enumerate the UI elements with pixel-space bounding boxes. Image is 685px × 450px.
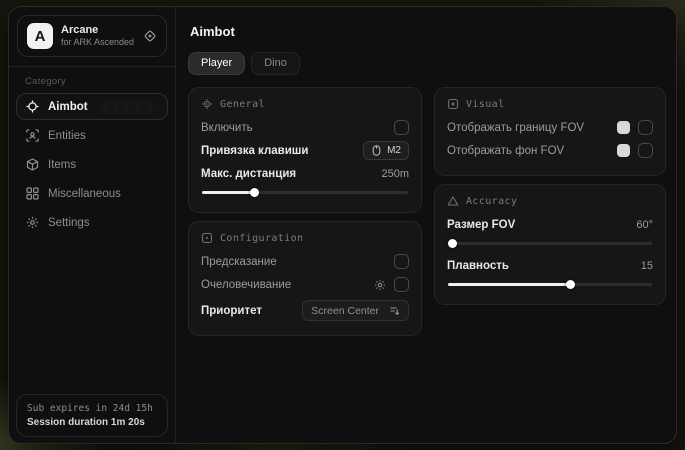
sidebar-item-miscellaneous[interactable]: Miscellaneous [16, 180, 168, 207]
main-content: Aimbot Player Dino General [176, 7, 677, 443]
panel-configuration: Configuration Предсказание Очеловечивани… [188, 221, 422, 336]
smoothness-value: 15 [641, 260, 653, 272]
triangle-icon [447, 195, 459, 207]
enable-checkbox[interactable] [394, 120, 409, 135]
fov-size-slider[interactable] [448, 239, 652, 248]
enable-label: Включить [201, 122, 253, 134]
sidebar-item-label: Settings [48, 217, 90, 229]
prediction-checkbox[interactable] [394, 254, 409, 269]
page-title: Aimbot [190, 24, 666, 39]
panel-accuracy: Accuracy Размер FOV 60° Плавность 15 [434, 184, 666, 305]
humanize-label: Очеловечивание [201, 279, 291, 291]
humanize-settings-gear-icon[interactable] [374, 279, 386, 291]
brand-subtitle: for ARK Ascended [61, 37, 135, 48]
app-window: A Arcane for ARK Ascended Category [8, 6, 677, 444]
sidebar-item-entities[interactable]: Entities [16, 122, 168, 149]
priority-label: Приоритет [201, 305, 262, 317]
sidebar-divider [9, 66, 175, 67]
list-select-icon [389, 305, 400, 316]
sidebar-item-label: Aimbot [48, 101, 88, 113]
target-frame-icon [201, 98, 213, 110]
fov-background-label: Отображать фон FOV [447, 145, 564, 157]
scan-person-icon [26, 129, 39, 142]
sidebar-item-label: Entities [48, 130, 86, 142]
focus-box-icon [201, 232, 213, 244]
active-item-decor [103, 99, 159, 116]
fov-background-checkbox[interactable] [638, 143, 653, 158]
brand-text: Arcane for ARK Ascended [61, 24, 135, 48]
humanize-checkbox[interactable] [394, 277, 409, 292]
sidebar-item-aimbot[interactable]: Aimbot [16, 93, 168, 120]
max-distance-slider[interactable] [202, 188, 408, 197]
tab-dino[interactable]: Dino [251, 52, 300, 75]
panel-title: Configuration [220, 233, 303, 244]
fov-size-label: Размер FOV [447, 219, 515, 231]
smoothness-label: Плавность [447, 260, 509, 272]
sidebar-item-label: Miscellaneous [48, 188, 121, 200]
crosshair-icon [26, 100, 39, 113]
sidebar: A Arcane for ARK Ascended Category [9, 7, 176, 443]
subscription-info-card: Sub expires in 24d 15h Session duration … [16, 394, 168, 437]
max-distance-label: Макс. дистанция [201, 168, 296, 180]
priority-dropdown[interactable]: Screen Center [302, 300, 409, 321]
gear-icon [26, 216, 39, 229]
sidebar-item-settings[interactable]: Settings [16, 209, 168, 236]
panel-title: Visual [466, 99, 505, 110]
session-duration-text: Session duration 1m 20s [27, 417, 157, 428]
brand-name: Arcane [61, 24, 135, 37]
package-icon [26, 158, 39, 171]
frame-plus-icon [447, 98, 459, 110]
fov-border-checkbox[interactable] [638, 120, 653, 135]
sidebar-nav: Aimbot Entities Items [9, 93, 175, 236]
slider-thumb[interactable] [448, 239, 457, 248]
category-label: Category [25, 76, 175, 87]
slider-fill [202, 191, 254, 194]
smoothness-slider[interactable] [448, 280, 652, 289]
slider-thumb[interactable] [250, 188, 259, 197]
sidebar-item-items[interactable]: Items [16, 151, 168, 178]
fov-size-value: 60° [636, 219, 653, 231]
panel-title: Accuracy [466, 196, 517, 207]
panel-visual: Visual Отображать границу FOV Отображать… [434, 87, 666, 176]
target-diamond-icon[interactable] [143, 29, 157, 43]
tab-player[interactable]: Player [188, 52, 245, 75]
panel-title: General [220, 99, 265, 110]
slider-thumb[interactable] [566, 280, 575, 289]
fov-border-color-swatch[interactable] [617, 121, 630, 134]
sidebar-item-label: Items [48, 159, 76, 171]
priority-selected-value: Screen Center [311, 305, 379, 317]
mouse-icon [371, 145, 382, 156]
keybind-label: Привязка клавиши [201, 145, 308, 157]
brand-card: A Arcane for ARK Ascended [17, 15, 167, 57]
keybind-value: M2 [387, 145, 401, 156]
brand-logo: A [27, 23, 53, 49]
prediction-label: Предсказание [201, 256, 277, 268]
fov-background-color-swatch[interactable] [617, 144, 630, 157]
fov-border-label: Отображать границу FOV [447, 122, 584, 134]
grid-icon [26, 187, 39, 200]
tab-bar: Player Dino [188, 52, 666, 75]
max-distance-value: 250m [381, 168, 409, 180]
slider-track [448, 242, 652, 245]
keybind-button[interactable]: M2 [363, 141, 409, 160]
slider-fill [448, 283, 570, 286]
panel-general: General Включить Привязка клавиши [188, 87, 422, 213]
sub-expires-text: Sub expires in 24d 15h [27, 403, 157, 414]
